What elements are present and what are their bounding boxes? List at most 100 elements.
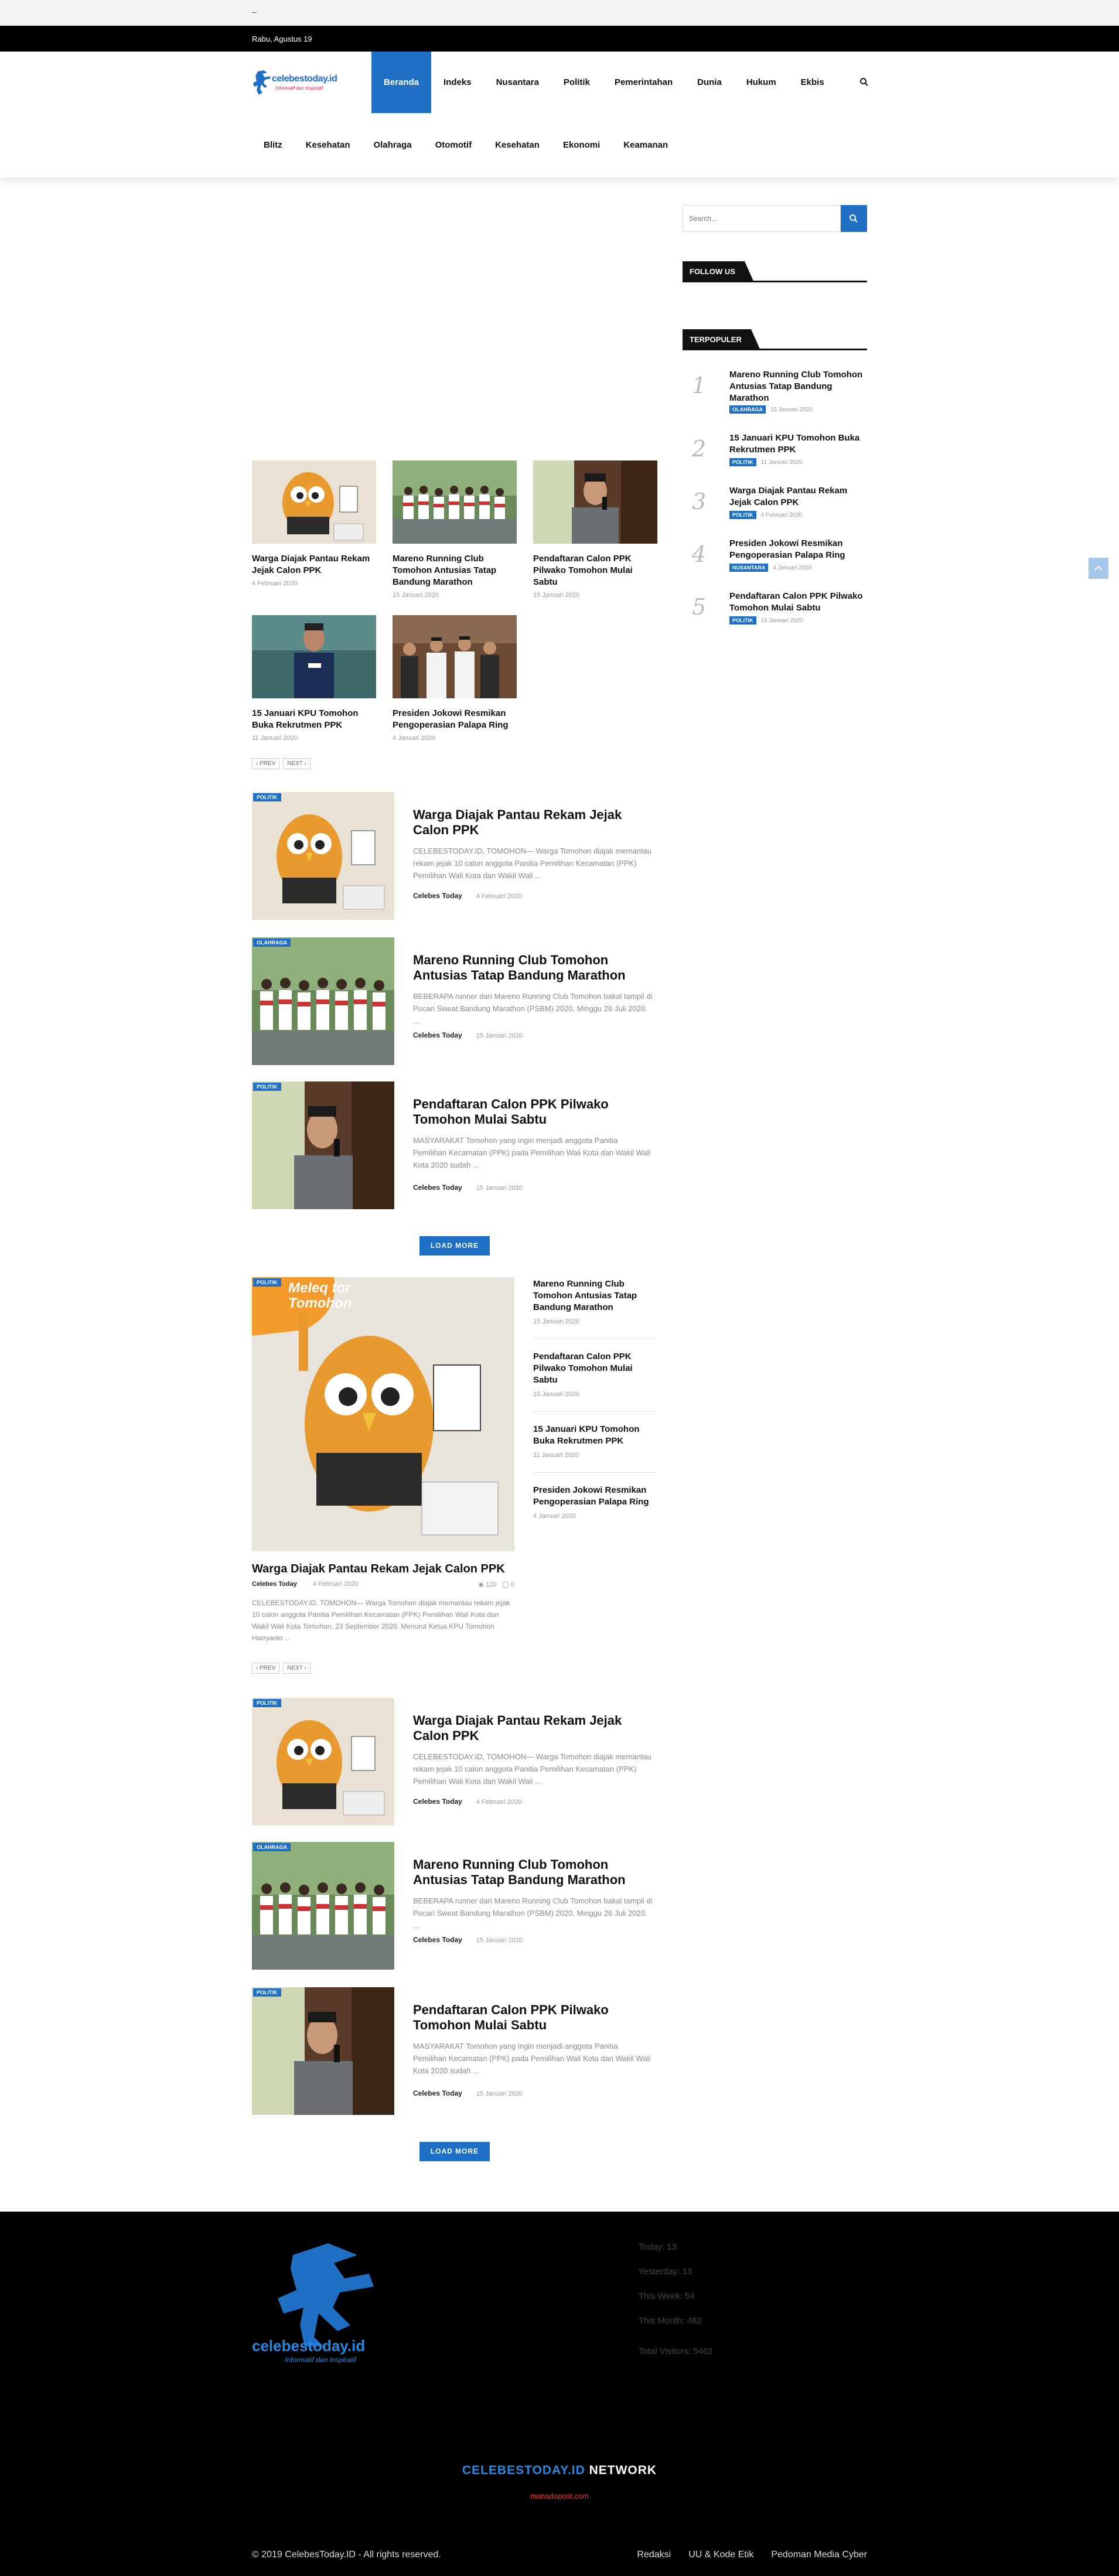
category-badge[interactable]: POLITIK bbox=[729, 616, 756, 625]
post-title[interactable]: Pendaftaran Calon PPK Pilwako Tomohon Mu… bbox=[413, 2002, 653, 2033]
owl-mascot-image[interactable]: POLITIK bbox=[252, 792, 394, 920]
post-title[interactable]: Pendaftaran Calon PPK Pilwako Tomohon Mu… bbox=[413, 1097, 653, 1127]
nav-kesehatan-2[interactable]: Kesehatan bbox=[483, 113, 551, 178]
feature-side-item[interactable]: 15 Januari KPU Tomohon Buka Rekrutmen PP… bbox=[533, 1424, 656, 1473]
nav-kesehatan[interactable]: Kesehatan bbox=[294, 113, 362, 178]
nav-ekonomi[interactable]: Ekonomi bbox=[551, 113, 612, 178]
grid-card-title[interactable]: 15 Januari KPU Tomohon Buka Rekrutmen PP… bbox=[252, 708, 376, 731]
next-button[interactable]: NEXT › bbox=[283, 1663, 311, 1674]
nav-pemerintahan[interactable]: Pemerintahan bbox=[602, 52, 685, 113]
feature-side-title[interactable]: Presiden Jokowi Resmikan Pengoperasian P… bbox=[533, 1485, 656, 1508]
next-button[interactable]: NEXT › bbox=[283, 758, 311, 769]
popular-item[interactable]: 3 Warga Diajak Pantau Rekam Jejak Calon … bbox=[683, 485, 870, 532]
feature-side-title[interactable]: Mareno Running Club Tomohon Antusias Tat… bbox=[533, 1278, 656, 1313]
feature-side-item[interactable]: Pendaftaran Calon PPK Pilwako Tomohon Mu… bbox=[533, 1351, 656, 1412]
grid-card[interactable]: 15 Januari KPU Tomohon Buka Rekrutmen PP… bbox=[252, 615, 376, 742]
site-logo[interactable]: celebestoday.id Informatif dan Inspirati… bbox=[252, 69, 340, 97]
popular-title[interactable]: Warga Diajak Pantau Rekam Jejak Calon PP… bbox=[729, 485, 867, 509]
popular-item[interactable]: 5 Pendaftaran Calon PPK Pilwako Tomohon … bbox=[683, 591, 870, 637]
speaker-man-image[interactable]: POLITIK bbox=[252, 1987, 394, 2115]
category-badge[interactable]: OLAHRAGA bbox=[729, 405, 766, 414]
scroll-to-top-button[interactable] bbox=[1089, 558, 1108, 579]
grid-card-title[interactable]: Warga Diajak Pantau Rekam Jejak Calon PP… bbox=[252, 553, 376, 576]
grid-card[interactable]: Warga Diajak Pantau Rekam Jejak Calon PP… bbox=[252, 460, 376, 587]
feature-side-title[interactable]: Pendaftaran Calon PPK Pilwako Tomohon Mu… bbox=[533, 1351, 656, 1386]
speaker-man-image[interactable]: POLITIK bbox=[252, 1081, 394, 1209]
nav-olahraga[interactable]: Olahraga bbox=[362, 113, 424, 178]
footer-link-redaksi[interactable]: Redaksi bbox=[637, 2550, 671, 2560]
network-link[interactable]: manadopost.com bbox=[0, 2492, 1119, 2500]
list-post[interactable]: POLITIK Pendaftaran Calon PPK Pilwako To… bbox=[252, 1987, 656, 2115]
speaker-man-image[interactable] bbox=[533, 460, 657, 544]
category-badge[interactable]: POLITIK bbox=[253, 1278, 281, 1287]
nav-blitz[interactable]: Blitz bbox=[252, 113, 294, 178]
category-badge[interactable]: OLAHRAGA bbox=[253, 939, 291, 947]
category-badge[interactable]: POLITIK bbox=[253, 1988, 281, 1997]
popular-item[interactable]: 4 Presiden Jokowi Resmikan Pengoperasian… bbox=[683, 538, 870, 585]
feature-title[interactable]: Warga Diajak Pantau Rekam Jejak Calon PP… bbox=[252, 1562, 514, 1576]
post-author[interactable]: Celebes Today bbox=[413, 1183, 462, 1192]
feature-side-item[interactable]: Presiden Jokowi Resmikan Pengoperasian P… bbox=[533, 1485, 656, 1534]
search-icon[interactable] bbox=[859, 77, 869, 87]
post-title[interactable]: Mareno Running Club Tomohon Antusias Tat… bbox=[413, 1857, 653, 1888]
post-title[interactable]: Warga Diajak Pantau Rekam Jejak Calon PP… bbox=[413, 1713, 653, 1744]
nav-ekbis[interactable]: Ekbis bbox=[789, 52, 837, 113]
popular-item[interactable]: 2 15 Januari KPU Tomohon Buka Rekrutmen … bbox=[683, 432, 870, 479]
load-more-button[interactable]: LOAD MORE bbox=[419, 2142, 490, 2161]
footer-logo[interactable]: celebestoday.id Informatif dan Inspirati… bbox=[252, 2237, 404, 2372]
owl-mascot-image[interactable]: POLITIK bbox=[252, 1698, 394, 1826]
popular-item[interactable]: 1 Mareno Running Club Tomohon Antusias T… bbox=[683, 369, 870, 416]
nav-otomotif[interactable]: Otomotif bbox=[424, 113, 483, 178]
runners-group-image[interactable]: OLAHRAGA bbox=[252, 1842, 394, 1970]
grid-card[interactable]: Presiden Jokowi Resmikan Pengoperasian P… bbox=[393, 615, 517, 742]
post-author[interactable]: Celebes Today bbox=[413, 1797, 462, 1806]
grid-card-title[interactable]: Presiden Jokowi Resmikan Pengoperasian P… bbox=[393, 708, 517, 731]
category-badge[interactable]: POLITIK bbox=[729, 511, 756, 519]
prev-button[interactable]: ‹ PREV bbox=[252, 758, 280, 769]
category-badge[interactable]: NUSANTARA bbox=[729, 564, 769, 572]
search-input[interactable] bbox=[683, 206, 840, 231]
post-author[interactable]: Celebes Today bbox=[413, 1031, 462, 1039]
post-author[interactable]: Celebes Today bbox=[413, 1936, 462, 1944]
category-badge[interactable]: POLITIK bbox=[253, 793, 281, 801]
grid-card[interactable]: Pendaftaran Calon PPK Pilwako Tomohon Mu… bbox=[533, 460, 657, 599]
runners-group-image[interactable] bbox=[393, 460, 517, 544]
grid-card-title[interactable]: Pendaftaran Calon PPK Pilwako Tomohon Mu… bbox=[533, 553, 657, 588]
nav-dunia[interactable]: Dunia bbox=[685, 52, 734, 113]
feature-side-title[interactable]: 15 Januari KPU Tomohon Buka Rekrutmen PP… bbox=[533, 1424, 656, 1447]
post-title[interactable]: Mareno Running Club Tomohon Antusias Tat… bbox=[413, 953, 653, 983]
category-badge[interactable]: OLAHRAGA bbox=[253, 1843, 291, 1851]
load-more-button[interactable]: LOAD MORE bbox=[419, 1236, 490, 1255]
search-button[interactable] bbox=[841, 205, 867, 232]
owl-mascot-image[interactable] bbox=[252, 460, 376, 544]
grid-card[interactable]: Mareno Running Club Tomohon Antusias Tat… bbox=[393, 460, 517, 599]
runners-group-image[interactable]: OLAHRAGA bbox=[252, 937, 394, 1065]
post-author[interactable]: Celebes Today bbox=[413, 892, 462, 900]
list-post[interactable]: OLAHRAGA Mareno Running Club Tomohon Ant… bbox=[252, 937, 656, 1065]
nav-politik[interactable]: Politik bbox=[551, 52, 602, 113]
popular-title[interactable]: Presiden Jokowi Resmikan Pengoperasian P… bbox=[729, 538, 867, 561]
category-badge[interactable]: POLITIK bbox=[729, 458, 756, 466]
nav-beranda[interactable]: Beranda bbox=[371, 52, 432, 113]
category-badge[interactable]: POLITIK bbox=[253, 1699, 281, 1707]
list-post[interactable]: OLAHRAGA Mareno Running Club Tomohon Ant… bbox=[252, 1842, 656, 1970]
prev-button[interactable]: ‹ PREV bbox=[252, 1663, 280, 1674]
feature-author[interactable]: Celebes Today bbox=[252, 1581, 297, 1588]
post-title[interactable]: Warga Diajak Pantau Rekam Jejak Calon PP… bbox=[413, 807, 653, 838]
list-post[interactable]: POLITIK Warga Diajak Pantau Rekam Jejak … bbox=[252, 792, 656, 920]
grid-card-title[interactable]: Mareno Running Club Tomohon Antusias Tat… bbox=[393, 553, 517, 588]
footer-link-uu-kode-etik[interactable]: UU & Kode Etik bbox=[688, 2550, 753, 2560]
category-badge[interactable]: POLITIK bbox=[253, 1083, 281, 1091]
popular-title[interactable]: Mareno Running Club Tomohon Antusias Tat… bbox=[729, 369, 867, 404]
post-author[interactable]: Celebes Today bbox=[413, 2089, 462, 2097]
popular-title[interactable]: 15 Januari KPU Tomohon Buka Rekrutmen PP… bbox=[729, 432, 867, 456]
popular-title[interactable]: Pendaftaran Calon PPK Pilwako Tomohon Mu… bbox=[729, 591, 867, 614]
nav-nusantara[interactable]: Nusantara bbox=[484, 52, 551, 113]
man-tshirt-image[interactable] bbox=[252, 615, 376, 698]
nav-keamanan[interactable]: Keamanan bbox=[612, 113, 680, 178]
nav-indeks[interactable]: Indeks bbox=[431, 52, 484, 113]
feature-image[interactable]: POLITIK Meleq for Tomohon bbox=[252, 1277, 514, 1551]
feature-side-item[interactable]: Mareno Running Club Tomohon Antusias Tat… bbox=[533, 1278, 656, 1339]
list-post[interactable]: POLITIK Warga Diajak Pantau Rekam Jejak … bbox=[252, 1698, 656, 1826]
list-post[interactable]: POLITIK Pendaftaran Calon PPK Pilwako To… bbox=[252, 1081, 656, 1209]
